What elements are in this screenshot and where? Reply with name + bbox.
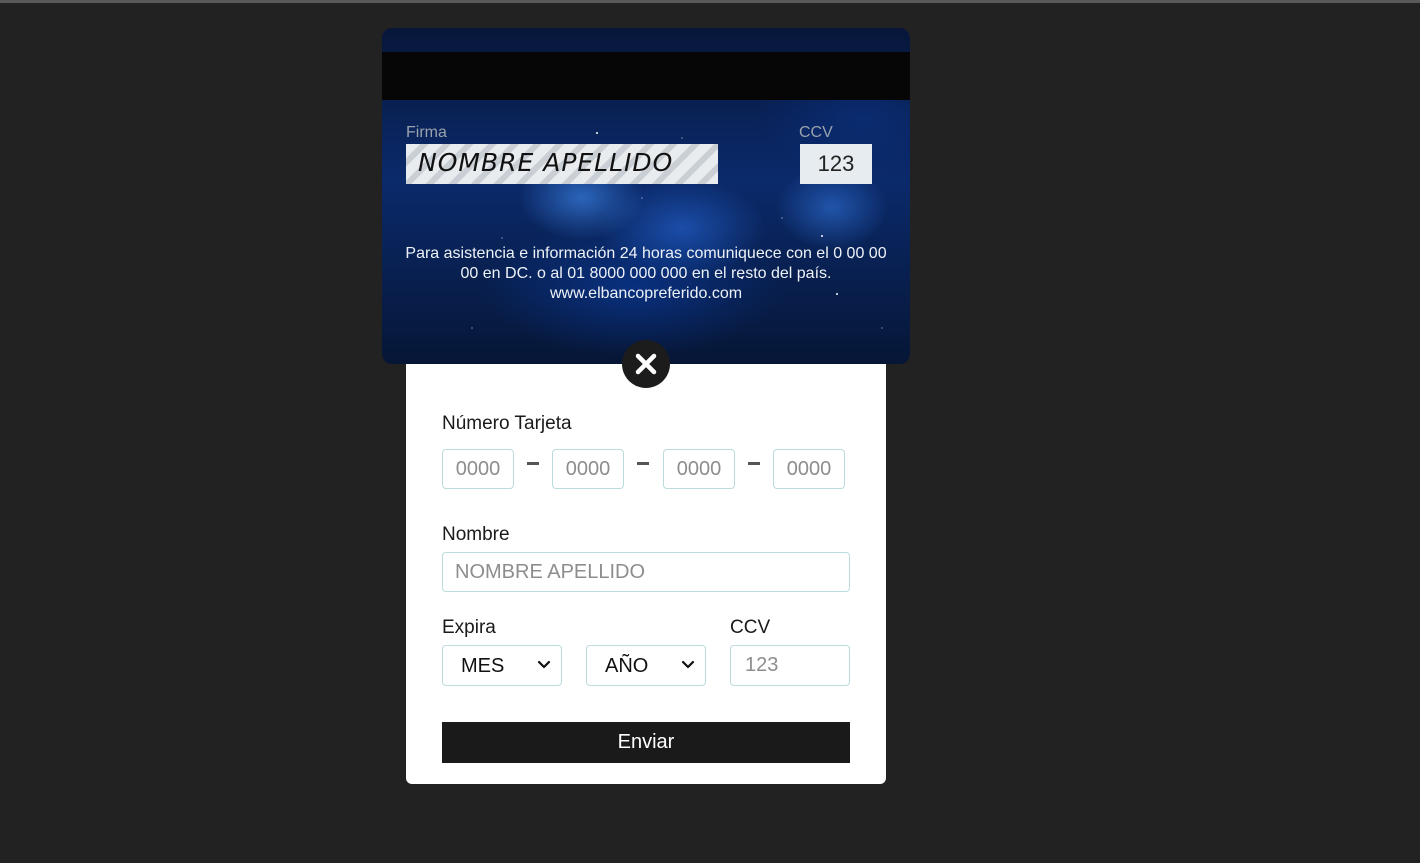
close-icon	[635, 353, 657, 375]
number-separator	[527, 462, 539, 465]
number-separator	[637, 462, 649, 465]
browser-top-border	[0, 0, 1420, 3]
close-button[interactable]	[622, 340, 670, 388]
chevron-down-icon	[537, 660, 551, 669]
month-select[interactable]: MES	[442, 645, 562, 686]
card-ccv-label: CCV	[799, 124, 833, 141]
name-input[interactable]	[442, 552, 850, 592]
credit-card-back: Firma CCV NOMBRE APELLIDO 123 Para asist…	[382, 28, 910, 364]
chevron-down-icon	[681, 660, 695, 669]
card-form: Número Tarjeta Nombre Expira CCV MES AÑO…	[406, 364, 886, 784]
signature-label: Firma	[406, 124, 447, 141]
expira-label: Expira	[442, 617, 496, 638]
month-select-value: MES	[461, 655, 505, 677]
form-ccv-label: CCV	[730, 617, 771, 638]
card-number-input-2[interactable]	[552, 449, 624, 489]
card-signature-text: NOMBRE APELLIDO	[418, 148, 674, 177]
year-select[interactable]: AÑO	[586, 645, 706, 686]
card-number-input-4[interactable]	[773, 449, 845, 489]
card-support-info: Para asistencia e información 24 horas c…	[402, 244, 890, 304]
signature-strip: NOMBRE APELLIDO	[406, 144, 718, 184]
year-select-value: AÑO	[605, 655, 649, 677]
number-separator	[748, 462, 760, 465]
submit-button[interactable]: Enviar	[442, 722, 850, 763]
card-number-input-3[interactable]	[663, 449, 735, 489]
magnetic-stripe	[382, 52, 910, 100]
card-number-input-1[interactable]	[442, 449, 514, 489]
ccv-input[interactable]	[730, 645, 850, 686]
support-text: Para asistencia e información 24 horas c…	[405, 245, 887, 282]
card-number-label: Número Tarjeta	[442, 413, 572, 434]
name-label: Nombre	[442, 524, 510, 545]
card-ccv-value: 123	[800, 144, 872, 184]
bank-website: www.elbancopreferido.com	[549, 285, 743, 302]
